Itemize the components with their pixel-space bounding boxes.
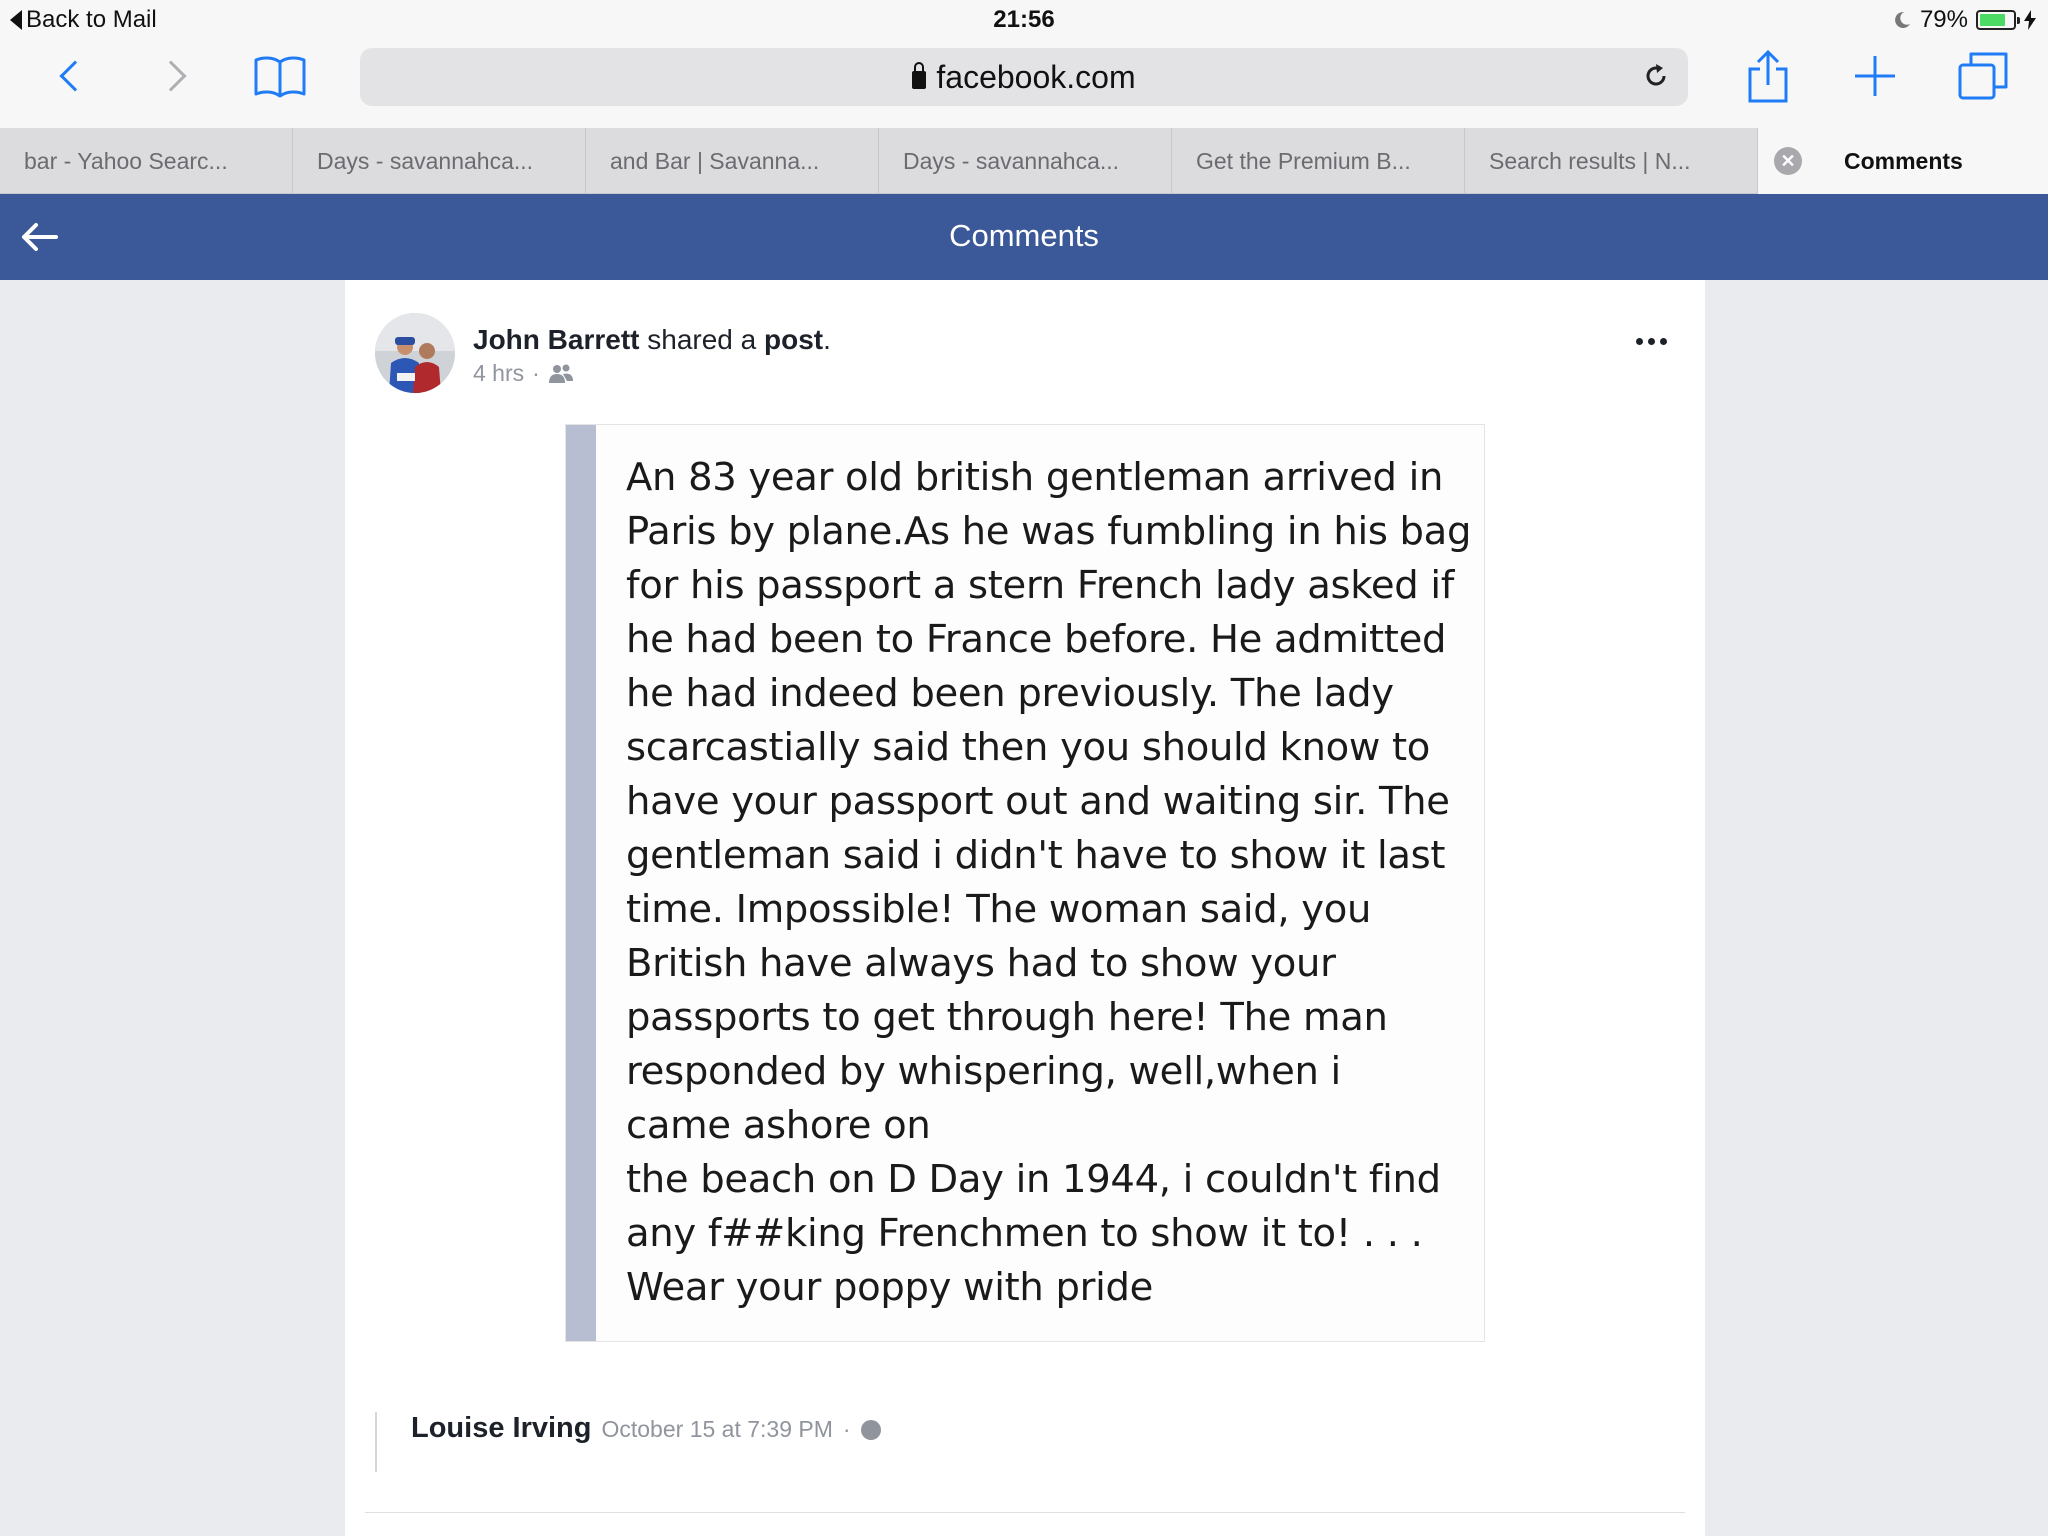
battery-fill [1980,14,2006,26]
quote-line: came ashore on [626,1103,931,1148]
comment-author-link[interactable]: Louise Irving [411,1412,591,1445]
dot-icon [1636,338,1643,345]
quote-line: An 83 year old british gentleman arrived… [626,455,1444,500]
divider [365,1512,1685,1513]
post-object-link[interactable]: post [764,324,823,355]
comment-time[interactable]: October 15 at 7:39 PM [601,1416,832,1443]
post-header: John Barrett shared a post. [473,324,831,356]
quote-line: scarcastially said then you should know … [626,725,1431,770]
meta-separator: · [532,360,540,386]
new-tab-button[interactable] [1850,46,1900,106]
quote-line: the beach on D Day in 1944, i couldn't f… [626,1157,1441,1202]
share-icon [1748,49,1788,103]
quote-line: time. Impossible! The woman said, you [626,887,1372,932]
lock-icon [912,62,927,89]
quote-line: for his passport a stern French lady ask… [626,563,1454,608]
tab-label: Get the Premium B... [1196,147,1411,174]
tab-savannah-days-2[interactable]: Days - savannahca... [879,128,1172,194]
tab-label: and Bar | Savanna... [610,147,820,174]
url-text: facebook.com [936,58,1136,95]
moon-icon [1895,11,1910,28]
post-action-text: shared a [647,324,757,355]
quote-line: British have always had to show your [626,941,1336,986]
dot-icon [1660,338,1667,345]
quote-line: responded by whispering, well,when i [626,1049,1341,1094]
battery-icon [1976,10,2020,30]
reload-icon[interactable] [1642,62,1670,90]
close-tab-icon[interactable]: ✕ [1774,147,1802,175]
tab-label: Days - savannahca... [903,147,1120,174]
friends-icon [548,364,573,383]
tab-yahoo-search[interactable]: bar - Yahoo Searc... [0,128,293,194]
post-card: John Barrett shared a post. 4 hrs · An 8… [345,280,1705,1536]
image-left-bar [566,425,596,1341]
quote-line: he had been to France before. He admitte… [626,617,1447,662]
quote-line: gentleman said i didn't have to show it … [626,833,1446,878]
tab-strip: bar - Yahoo Searc... Days - savannahca..… [0,128,2048,194]
quote-line: any f##king Frenchmen to show it to! . .… [626,1211,1423,1256]
comment-separator: · [842,1416,851,1442]
post-time[interactable]: 4 hrs [473,360,524,387]
status-right: 79% [1892,6,2036,34]
chevron-right-icon [155,60,187,92]
status-bar: Back to Mail 21:56 79% [0,0,2048,40]
quote-line: have your passport out and waiting sir. … [626,779,1450,824]
comment-item: Louise Irving October 15 at 7:39 PM · [375,1412,1665,1472]
share-button[interactable] [1744,46,1792,106]
back-button[interactable] [50,46,91,106]
tab-comments[interactable]: ✕ Comments [1758,128,2048,194]
address-bar[interactable]: facebook.com [360,48,1688,106]
more-options-button[interactable] [1636,338,1667,345]
tab-savannah-days-1[interactable]: Days - savannahca... [293,128,586,194]
quote-line: Wear your poppy with pride [626,1265,1154,1310]
tab-search-results[interactable]: Search results | N... [1465,128,1758,194]
shared-image[interactable]: An 83 year old british gentleman arrived… [565,424,1485,1342]
dot-icon [1648,338,1655,345]
charging-bolt-icon [2024,10,2036,30]
tab-label: Search results | N... [1489,147,1691,174]
tab-label: bar - Yahoo Searc... [24,147,228,174]
forward-button[interactable] [155,46,196,106]
tab-savannah-bar[interactable]: and Bar | Savanna... [586,128,879,194]
battery-percent: 79% [1919,6,1968,33]
comment-header: Louise Irving October 15 at 7:39 PM · [411,1412,881,1445]
image-quote-text: An 83 year old british gentleman arrived… [626,451,1476,1315]
tabs-overview-button[interactable] [1956,46,2010,106]
quote-line: passports to get through here! The man [626,995,1388,1040]
post-meta: 4 hrs · [473,360,574,387]
globe-icon [860,1420,881,1440]
tab-label: Comments [1844,147,1963,174]
tabs-icon [1958,52,2008,100]
browser-toolbar: facebook.com [0,40,2048,128]
plus-icon [1855,56,1895,96]
facebook-header: Comments [0,194,2048,280]
quote-line: Paris by plane.As he was fumbling in his… [626,509,1472,554]
quote-line: he had indeed been previously. The lady [626,671,1394,716]
post-period: . [823,324,831,355]
tab-label: Days - savannahca... [317,147,534,174]
avatar[interactable] [375,313,455,393]
avatar-image [375,313,455,393]
chevron-left-icon [59,60,91,92]
page-title: Comments [949,218,1099,253]
tab-premium[interactable]: Get the Premium B... [1172,128,1465,194]
book-icon [254,56,306,98]
bookmarks-button[interactable] [252,46,308,106]
post-author-link[interactable]: John Barrett [473,324,639,355]
clock: 21:56 [993,6,1055,33]
